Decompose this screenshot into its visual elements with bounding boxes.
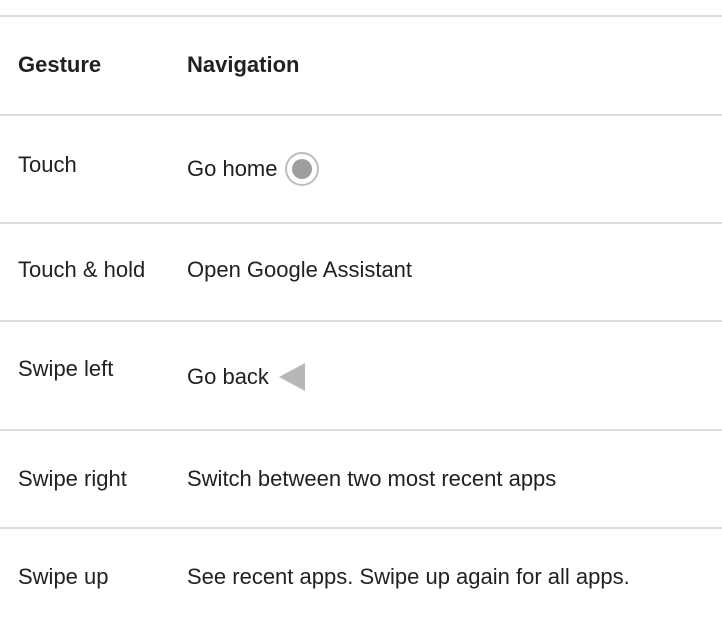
back-triangle-icon — [278, 363, 305, 391]
table-divider — [0, 527, 722, 529]
navigation-text: Go home — [187, 156, 278, 181]
table-divider — [0, 222, 722, 224]
home-circle-icon — [284, 152, 319, 186]
header-navigation: Navigation — [187, 52, 300, 77]
table-divider — [0, 15, 722, 17]
navigation-cell: See recent apps. Swipe up again for all … — [187, 564, 630, 589]
navigation-cell: Go home — [187, 152, 319, 186]
table-divider — [0, 320, 722, 322]
table-divider — [0, 114, 722, 116]
table-divider — [0, 429, 722, 431]
navigation-cell: Open Google Assistant — [187, 257, 413, 282]
gesture-navigation-table: Gesture Navigation Touch Go home Touch &… — [0, 0, 722, 617]
gesture-cell: Swipe up — [18, 564, 109, 589]
header-gesture: Gesture — [18, 52, 102, 77]
navigation-cell: Go back — [187, 363, 305, 391]
gesture-cell: Swipe right — [18, 466, 127, 491]
navigation-text: Go back — [187, 364, 269, 389]
gesture-cell: Swipe left — [18, 356, 114, 381]
gesture-cell: Touch & hold — [18, 257, 146, 282]
navigation-cell: Switch between two most recent apps — [187, 466, 557, 491]
gesture-cell: Touch — [18, 152, 77, 177]
